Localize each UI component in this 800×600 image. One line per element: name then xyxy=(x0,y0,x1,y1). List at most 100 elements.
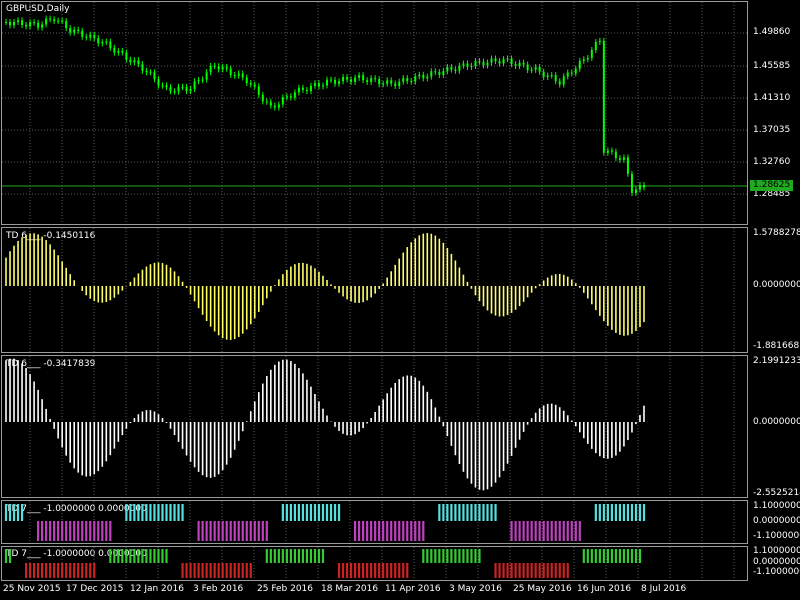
candle-body xyxy=(498,61,501,64)
candle-body xyxy=(21,20,24,25)
candle-body xyxy=(582,59,585,61)
candle-body xyxy=(253,84,256,87)
candle-body xyxy=(538,67,541,72)
chart-window[interactable]: GBPUSD,Daily 1.49860 1.45585 1.41310 1.3… xyxy=(0,0,800,600)
candle-body xyxy=(366,80,369,82)
candle-body xyxy=(117,51,120,53)
candle-body xyxy=(301,87,304,90)
candle-body xyxy=(450,67,453,70)
candle-body xyxy=(378,79,381,85)
candle-body xyxy=(9,22,12,26)
candle-body xyxy=(550,75,553,77)
candle-body xyxy=(382,83,385,85)
candle-body xyxy=(225,66,228,69)
candle-body xyxy=(285,96,288,98)
candle-body xyxy=(494,58,497,62)
candle-body xyxy=(137,60,140,65)
candle-body xyxy=(574,68,577,74)
candle-body xyxy=(53,19,56,21)
candle-body xyxy=(89,34,92,38)
candle-body xyxy=(317,83,320,87)
candle-body xyxy=(414,76,417,82)
candle-body xyxy=(293,92,296,98)
candle-body xyxy=(426,76,429,79)
candle-body xyxy=(5,22,7,23)
candle-body xyxy=(241,73,244,78)
candle-body xyxy=(390,80,393,84)
candle-body xyxy=(49,18,52,20)
candle-body xyxy=(145,70,148,73)
candle-body xyxy=(173,91,176,93)
candle-body xyxy=(570,72,573,74)
candle-body xyxy=(598,40,601,43)
candle-body xyxy=(249,82,252,85)
candle-body xyxy=(418,74,421,77)
candle-body xyxy=(153,72,156,80)
candle-body xyxy=(634,189,637,193)
candle-body xyxy=(45,18,48,25)
candle-body xyxy=(237,73,240,76)
candle-body xyxy=(618,158,621,160)
candle-body xyxy=(73,29,76,33)
candle-body xyxy=(189,88,192,92)
candle-body xyxy=(37,22,40,28)
candle-body xyxy=(506,58,509,60)
candle-body xyxy=(121,51,124,53)
candle-body xyxy=(141,64,144,71)
candle-body xyxy=(438,72,441,75)
candle-body xyxy=(454,69,457,71)
candle-body xyxy=(630,173,633,193)
candle-body xyxy=(510,58,513,65)
candle-body xyxy=(394,83,397,86)
candle-body xyxy=(233,74,236,76)
candle-body xyxy=(594,42,597,50)
candle-body xyxy=(474,61,477,66)
candle-body xyxy=(97,38,100,44)
candle-body xyxy=(610,150,613,152)
candle-body xyxy=(197,80,200,82)
candle-body xyxy=(269,101,272,106)
candle-body xyxy=(177,86,180,92)
candle-body xyxy=(410,81,413,83)
candle-body xyxy=(554,75,557,82)
candle-body xyxy=(29,22,32,27)
candle-body xyxy=(522,62,525,65)
candle-body xyxy=(350,79,353,82)
candle-body xyxy=(386,80,389,84)
candle-body xyxy=(257,86,260,95)
candle-body xyxy=(273,105,276,108)
candle-body xyxy=(181,86,184,88)
candle-body xyxy=(213,65,216,67)
candle-body xyxy=(221,66,224,70)
candle-body xyxy=(486,62,489,66)
candle-body xyxy=(606,150,609,153)
candle-body xyxy=(109,41,112,48)
candle-body xyxy=(261,94,264,102)
candle-body xyxy=(326,79,328,86)
candle-body xyxy=(313,83,316,86)
candle-body xyxy=(338,81,341,84)
candle-body xyxy=(542,71,545,77)
candle-body xyxy=(626,157,629,174)
candle-body xyxy=(346,77,349,80)
candle-body xyxy=(321,85,324,87)
candle-body xyxy=(157,79,160,86)
candle-body xyxy=(466,63,469,67)
candle-body xyxy=(101,42,104,44)
candle-body xyxy=(478,61,481,63)
candle-body xyxy=(342,77,345,82)
candle-body xyxy=(514,64,517,67)
candle-body xyxy=(334,79,337,84)
chart-canvas xyxy=(2,2,747,580)
candle-body xyxy=(590,49,593,58)
candle-body xyxy=(398,81,401,86)
candle-body xyxy=(265,101,268,103)
candle-body xyxy=(622,157,625,160)
candle-body xyxy=(309,85,312,92)
candle-body xyxy=(614,151,617,159)
candle-body xyxy=(81,30,84,37)
candle-body xyxy=(289,96,292,98)
candle-body xyxy=(217,66,220,70)
candle-body xyxy=(526,64,529,71)
candle-body xyxy=(169,87,172,92)
